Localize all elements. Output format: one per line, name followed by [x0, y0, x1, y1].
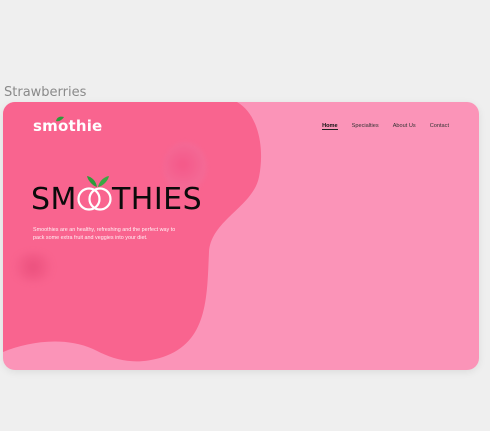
- website-card: smothie Home Specialties About Us Contac…: [3, 102, 479, 370]
- hero-description: Smoothies are an healthy, refreshing and…: [33, 227, 176, 241]
- nav-home[interactable]: Home: [322, 123, 338, 130]
- double-o-rings-icon: [77, 187, 112, 211]
- headline-part-1: SM: [31, 182, 77, 217]
- nav-contact[interactable]: Contact: [430, 123, 449, 130]
- nav-about-us[interactable]: About Us: [393, 123, 416, 130]
- strawberry-blur-image-small: [11, 252, 55, 282]
- logo[interactable]: smothie: [33, 117, 102, 135]
- main-nav: Home Specialties About Us Contact: [308, 123, 449, 130]
- logo-leaf-icon: [56, 116, 64, 122]
- headline-part-2: THIES: [111, 182, 203, 217]
- nav-specialties[interactable]: Specialties: [352, 123, 379, 130]
- frame-label: Strawberries: [4, 85, 87, 100]
- hero-headline: SM THIES: [31, 185, 202, 215]
